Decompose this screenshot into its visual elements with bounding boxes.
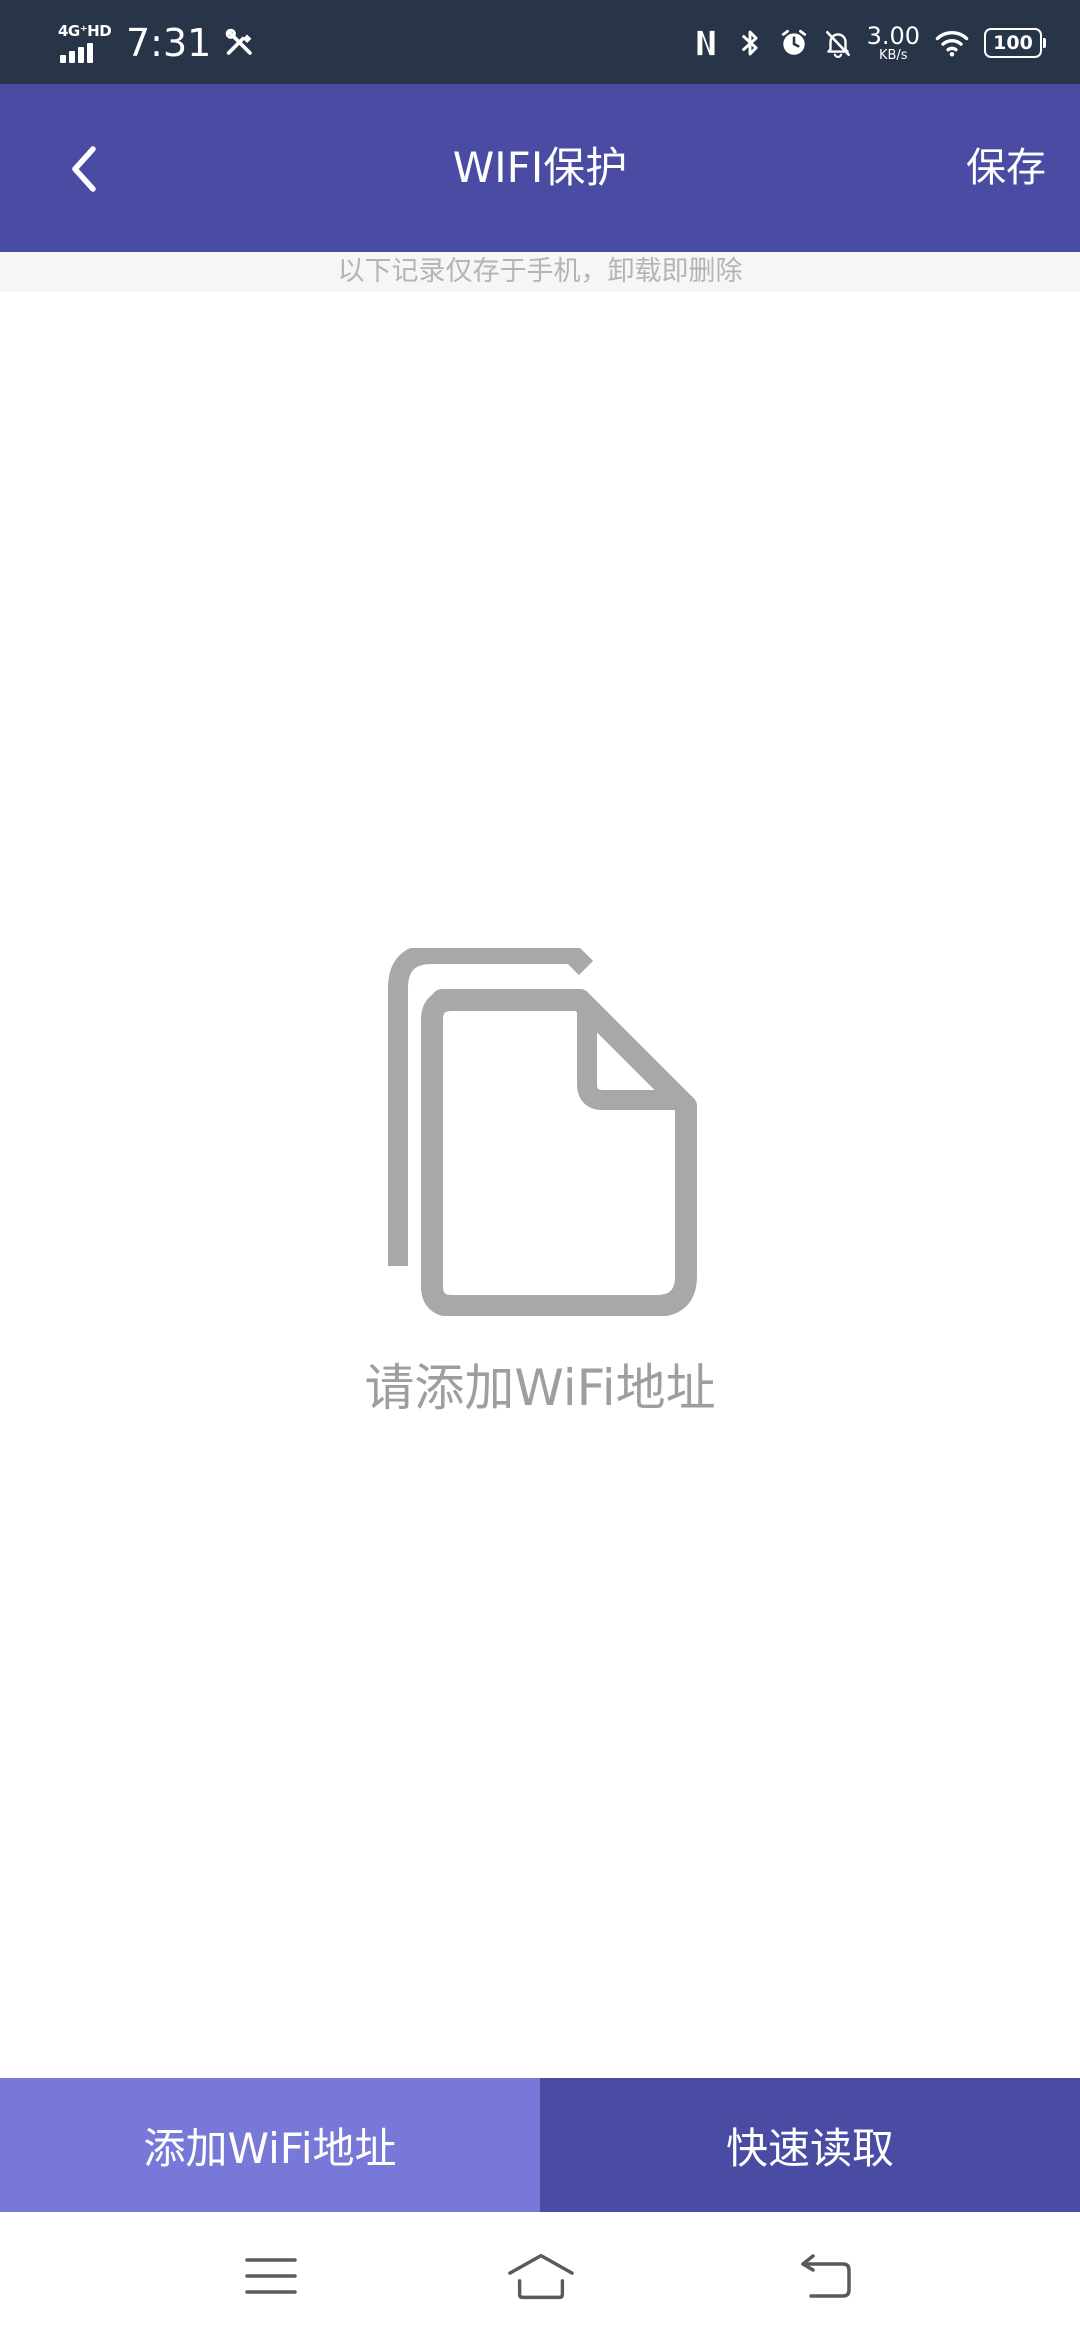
navigation-bar <box>0 2212 1080 2340</box>
home-icon <box>508 2253 574 2300</box>
network-type-label: 4G⁺HD <box>58 22 112 40</box>
bottom-actions: 添加WiFi地址 快速读取 <box>0 2078 1080 2212</box>
nfc-icon <box>697 30 715 56</box>
status-right: 3.00 KB/s 100 <box>691 18 1046 68</box>
storage-notice: 以下记录仅存于手机，卸载即删除 <box>0 252 1080 292</box>
nav-home-button[interactable] <box>506 2246 576 2306</box>
speed-unit: KB/s <box>878 48 908 63</box>
alarm-icon <box>781 29 806 55</box>
nav-back-button[interactable] <box>790 2246 860 2306</box>
app-bar: WIFI保护 保存 <box>0 84 1080 252</box>
add-wifi-button[interactable]: 添加WiFi地址 <box>0 2078 540 2212</box>
signal-bars-icon <box>60 43 93 63</box>
empty-state-text: 请添加WiFi地址 <box>364 1359 716 1417</box>
page-title: WIFI保护 <box>452 143 628 192</box>
menu-icon <box>245 2258 297 2294</box>
status-left: 4G⁺HD 7:31 <box>58 18 257 68</box>
documents-icon <box>388 948 697 1316</box>
status-bar: 4G⁺HD 7:31 3.00 KB/s 100 <box>0 0 1080 84</box>
network-speed: 3.00 KB/s <box>867 24 920 62</box>
quick-read-button[interactable]: 快速读取 <box>540 2078 1080 2212</box>
signal-indicator: 4G⁺HD <box>58 21 114 65</box>
save-button[interactable]: 保存 <box>962 128 1050 208</box>
notifications-off-icon <box>825 31 850 58</box>
battery-icon: 100 <box>984 28 1046 58</box>
chevron-left-icon <box>72 146 96 192</box>
bluetooth-icon <box>741 30 758 56</box>
nav-menu-button[interactable] <box>236 2246 306 2306</box>
wifi-icon <box>935 31 969 57</box>
back-button[interactable] <box>50 134 120 204</box>
status-time: 7:31 <box>126 21 212 65</box>
tools-icon <box>226 28 253 55</box>
battery-level: 100 <box>993 32 1033 54</box>
screen: 4G⁺HD 7:31 3.00 KB/s 100 WIFI保护 保存 以下记录仅… <box>0 0 1080 2340</box>
speed-value: 3.00 <box>866 22 920 50</box>
back-icon <box>801 2254 851 2298</box>
